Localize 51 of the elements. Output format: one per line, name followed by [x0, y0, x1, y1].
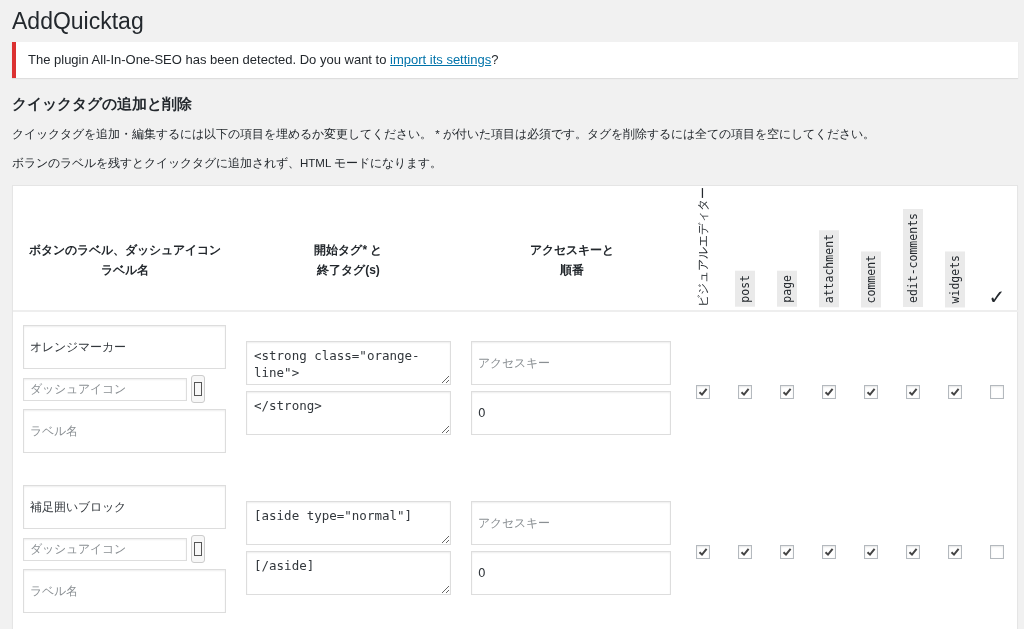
- checkbox[interactable]: [906, 545, 920, 559]
- dashicon-field[interactable]: ダッシュアイコン: [23, 537, 187, 561]
- column-header: widgets: [945, 250, 965, 307]
- icon-picker-button[interactable]: [191, 375, 205, 403]
- page-title: AddQuicktag: [12, 7, 145, 36]
- access-key-field[interactable]: アクセスキー: [471, 501, 671, 545]
- column-header: ✓: [988, 287, 1006, 307]
- checkbox[interactable]: [948, 385, 962, 399]
- end-tag-field[interactable]: [/aside]: [246, 551, 451, 595]
- order-field[interactable]: 0: [471, 391, 671, 435]
- label-name-field[interactable]: ラベル名: [23, 409, 226, 453]
- column-header: edit-comments: [903, 209, 923, 307]
- checkbox[interactable]: [906, 385, 920, 399]
- label-name-field[interactable]: ラベル名: [23, 569, 226, 613]
- notice-message: The plugin All-In-One-SEO has been detected. Do you want to import its settings?: [28, 52, 500, 68]
- column-header: 開始タグ* と 終了タグ(s): [314, 242, 383, 279]
- description-text: クイックタグを追加・編集するには以下の項目を埋めるか変更してください。 * が付いた項目は必須です。タグを削除するには全ての項目を空にしてください。: [12, 127, 876, 142]
- checkbox[interactable]: [822, 545, 836, 559]
- checkbox[interactable]: [738, 385, 752, 399]
- blank-glyph-icon: [194, 382, 202, 396]
- blank-glyph-icon: [194, 542, 202, 556]
- checkbox[interactable]: [990, 545, 1004, 559]
- column-header: post: [735, 271, 755, 307]
- dashicon-field[interactable]: ダッシュアイコン: [23, 377, 187, 401]
- checkbox[interactable]: [696, 385, 710, 399]
- checkbox[interactable]: [822, 385, 836, 399]
- import-settings-link[interactable]: import its settings: [390, 52, 492, 67]
- column-header: comment: [861, 250, 881, 307]
- checkbox[interactable]: [696, 545, 710, 559]
- access-key-field[interactable]: アクセスキー: [471, 341, 671, 385]
- button-label-field[interactable]: オレンジマーカー: [23, 325, 226, 369]
- column-header: ボタンのラベル、ダッシュアイコン ラベル名: [28, 242, 221, 279]
- description-text: ボランのラベルを残すとクイックタグに追加されず、HTML モードになります。: [12, 156, 444, 171]
- checkbox[interactable]: [864, 545, 878, 559]
- column-header: ビジュアルエディター: [695, 187, 711, 307]
- column-header: アクセスキーと 順番: [529, 242, 614, 279]
- checkbox[interactable]: [780, 385, 794, 399]
- icon-picker-button[interactable]: [191, 535, 205, 563]
- checkbox[interactable]: [948, 545, 962, 559]
- column-header: page: [777, 271, 797, 307]
- column-header: attachment: [819, 229, 839, 307]
- section-heading: クイックタグの追加と削除: [12, 95, 193, 113]
- checkbox[interactable]: [990, 385, 1004, 399]
- end-tag-field[interactable]: </strong>: [246, 391, 451, 435]
- checkbox[interactable]: [864, 385, 878, 399]
- start-tag-field[interactable]: <strong class="orange-line">: [246, 341, 451, 385]
- start-tag-field[interactable]: [aside type="normal"]: [246, 501, 451, 545]
- button-label-field[interactable]: 補足囲いブロック: [23, 485, 226, 529]
- order-field[interactable]: 0: [471, 551, 671, 595]
- checkbox[interactable]: [780, 545, 794, 559]
- checkbox[interactable]: [738, 545, 752, 559]
